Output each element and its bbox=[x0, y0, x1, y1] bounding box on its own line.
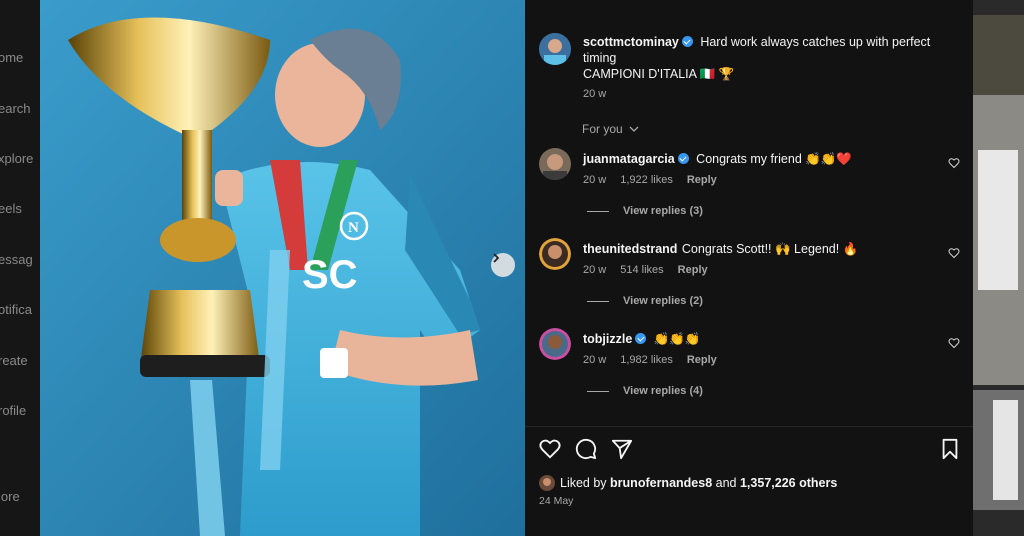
comment-likes[interactable]: 1,982 likes bbox=[620, 354, 673, 366]
comment-time: 20 w bbox=[583, 174, 607, 186]
author-avatar[interactable] bbox=[539, 33, 571, 65]
save-bookmark-icon[interactable] bbox=[939, 438, 961, 460]
view-replies-1[interactable]: View replies (3) bbox=[587, 205, 703, 217]
caption-line1: Hard work always catches up with perfect bbox=[700, 35, 931, 49]
nav-search[interactable]: earch bbox=[0, 101, 31, 116]
post-photo: N SC bbox=[40, 0, 525, 536]
comment-text: 👏👏👏 bbox=[653, 332, 701, 346]
like-comment-heart-icon[interactable] bbox=[948, 247, 960, 259]
share-paper-plane-icon[interactable] bbox=[611, 438, 633, 460]
post-panel: scottmctominay Hard work always catches … bbox=[525, 0, 973, 536]
nav-reels[interactable]: eels bbox=[0, 201, 22, 216]
divider-line bbox=[587, 390, 609, 392]
next-photo-button[interactable] bbox=[491, 253, 515, 277]
comment-3-meta: 20 w 1,982 likes Reply bbox=[583, 354, 731, 366]
sort-label: For you bbox=[582, 122, 623, 136]
background-feed-image bbox=[973, 0, 1024, 536]
caption-time: 20 w bbox=[583, 88, 607, 100]
comment-time: 20 w bbox=[583, 264, 607, 276]
instagram-post-viewer: ome earch xplore eels essag otifica reat… bbox=[0, 0, 1024, 536]
actions-divider bbox=[525, 426, 973, 427]
liked-by: Liked by brunofernandes8 and 1,357,226 o… bbox=[560, 476, 837, 490]
svg-text:N: N bbox=[348, 220, 359, 236]
comment-text: Congrats Scott!! 🙌 Legend! 🔥 bbox=[681, 242, 859, 256]
nav-create[interactable]: reate bbox=[0, 353, 28, 368]
liked-by-avatar-image bbox=[539, 475, 555, 491]
reply-button[interactable]: Reply bbox=[687, 354, 717, 366]
divider-line bbox=[587, 300, 609, 302]
sort-dropdown[interactable]: For you bbox=[582, 122, 639, 136]
caption-author[interactable]: scottmctominay bbox=[583, 35, 679, 49]
divider-line bbox=[587, 210, 609, 212]
nav-explore[interactable]: xplore bbox=[0, 151, 33, 166]
liked-by-avatar bbox=[539, 475, 555, 491]
comment-avatar-image bbox=[539, 238, 571, 270]
comment-avatar-theunitedstrand[interactable] bbox=[539, 238, 571, 270]
comment-avatar-tobjizzle[interactable] bbox=[539, 328, 571, 360]
liked-by-user[interactable]: brunofernandes8 bbox=[610, 476, 712, 490]
comment-likes[interactable]: 1,922 likes bbox=[620, 174, 673, 186]
comment-user[interactable]: tobjizzle bbox=[583, 332, 632, 346]
comment-1: juanmatagarcia Congrats my friend 👏👏❤️ bbox=[583, 150, 852, 168]
view-replies-2[interactable]: View replies (2) bbox=[587, 295, 703, 307]
comment-bubble-icon[interactable] bbox=[575, 438, 597, 460]
jersey-text: SC bbox=[302, 253, 358, 297]
nav-home[interactable]: ome bbox=[0, 50, 23, 65]
liked-by-mid: and bbox=[715, 476, 737, 490]
comment-time: 20 w bbox=[583, 354, 607, 366]
caption: scottmctominay Hard work always catches … bbox=[583, 34, 963, 82]
like-heart-icon[interactable] bbox=[539, 438, 561, 460]
left-navigation: ome earch xplore eels essag otifica reat… bbox=[0, 0, 40, 536]
comment-avatar-image bbox=[539, 328, 571, 360]
nav-messages[interactable]: essag bbox=[0, 252, 33, 267]
comment-text: Congrats my friend 👏👏❤️ bbox=[696, 152, 852, 166]
reply-button[interactable]: Reply bbox=[687, 174, 717, 186]
view-replies-label: View replies (2) bbox=[623, 295, 703, 307]
comment-user[interactable]: juanmatagarcia bbox=[583, 152, 675, 166]
view-replies-label: View replies (3) bbox=[623, 205, 703, 217]
comment-2-meta: 20 w 514 likes Reply bbox=[583, 264, 722, 276]
comment-avatar-image bbox=[539, 148, 571, 180]
view-replies-3[interactable]: View replies (4) bbox=[587, 385, 703, 397]
comment-avatar-juanmatagarcia[interactable] bbox=[539, 148, 571, 180]
reply-button[interactable]: Reply bbox=[678, 264, 708, 276]
verified-badge-icon bbox=[681, 36, 693, 47]
liked-by-prefix: Liked by bbox=[560, 476, 607, 490]
view-replies-label: View replies (4) bbox=[623, 385, 703, 397]
chevron-down-icon bbox=[629, 126, 639, 132]
like-comment-heart-icon[interactable] bbox=[948, 337, 960, 349]
caption-line3: CAMPIONI D'ITALIA 🇮🇹 🏆 bbox=[583, 67, 735, 81]
like-comment-heart-icon[interactable] bbox=[948, 157, 960, 169]
comment-3: tobjizzle 👏👏👏 bbox=[583, 330, 700, 348]
background-feed-strip bbox=[973, 0, 1024, 536]
verified-badge-icon bbox=[635, 333, 647, 344]
chevron-right-icon bbox=[493, 253, 500, 263]
nav-profile[interactable]: rofile bbox=[0, 403, 26, 418]
comment-2: theunitedstrand Congrats Scott!! 🙌 Legen… bbox=[583, 240, 858, 258]
nav-notifications[interactable]: otifica bbox=[0, 302, 32, 317]
verified-badge-icon bbox=[677, 153, 689, 164]
nav-more[interactable]: lore bbox=[0, 489, 20, 504]
comment-1-meta: 20 w 1,922 likes Reply bbox=[583, 174, 731, 186]
comment-likes[interactable]: 514 likes bbox=[620, 264, 663, 276]
photo-illustration: N SC bbox=[40, 0, 525, 536]
liked-by-others[interactable]: 1,357,226 others bbox=[740, 476, 837, 490]
post-date: 24 May bbox=[539, 495, 574, 507]
comment-user[interactable]: theunitedstrand bbox=[583, 242, 677, 256]
author-avatar-image bbox=[539, 33, 571, 65]
caption-line2: timing bbox=[583, 51, 617, 65]
